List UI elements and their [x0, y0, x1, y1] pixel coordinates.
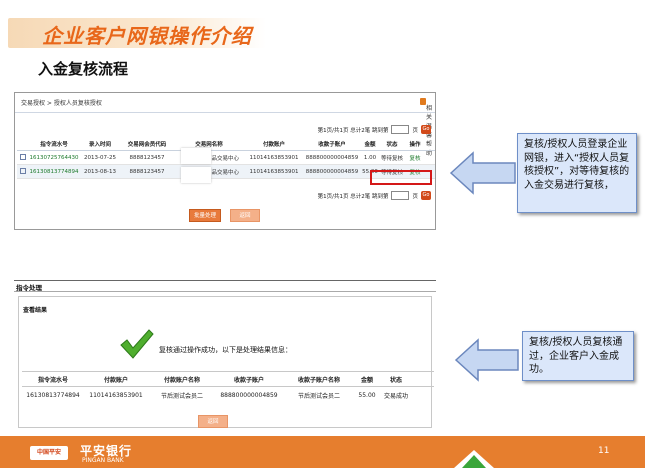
pay-cell: 11014163853901 [249, 154, 299, 161]
success-message: 复核通过操作成功，以下是处理结果信息： [159, 346, 292, 354]
page-number: 11 [598, 446, 610, 456]
result-screen: 指令处理 查看结果 复核通过操作成功，以下是处理结果信息： 指令流水号 付款账户… [14, 280, 436, 430]
slide-title: 企业客户网银操作介绍 [42, 24, 252, 48]
breadcrumb-bar: 交易授权 > 授权人员复核授权 相关温馨帮助 [15, 93, 435, 157]
slide-title-banner: 企业客户网银操作介绍 [8, 18, 266, 48]
col-serial: 指令流水号 [40, 141, 68, 148]
left-arrow-icon [454, 338, 519, 382]
date-cell: 2013-07-25 [84, 154, 116, 161]
highlight-box [370, 170, 432, 185]
slide-subtitle: 入金复核流程 [38, 60, 129, 78]
pager-bottom: 第1页/共1页 总计2笔 跳到第 页 Go [318, 191, 431, 200]
member-cell: 8888123457 [129, 168, 165, 175]
col-name: 交易网名称 [195, 141, 223, 148]
col-serial: 指令流水号 [37, 376, 68, 384]
status-cell: 交易成功 [383, 392, 408, 400]
recv-cell: 888800000004859 [305, 168, 359, 175]
footer-bar: 中国平安 平安银行 PINGAN BANK 11 [0, 436, 645, 468]
go-button[interactable]: Go [421, 125, 431, 134]
redaction-mask [181, 167, 211, 183]
redaction-mask [181, 148, 211, 164]
bank-name-en: PINGAN BANK [82, 457, 124, 464]
result-table: 指令流水号 付款账户 付款账户名称 收款子账户 收款子账户名称 金额 状态 16… [22, 371, 434, 403]
callout-step2: 复核/授权人员复核通过，企业客户入金成功。 [522, 331, 634, 381]
row-checkbox[interactable] [20, 167, 26, 174]
serial-link[interactable]: 16130725764430 [29, 155, 79, 161]
recv-cell: 888800000004859 [220, 391, 278, 399]
pingan-logo: 中国平安 [30, 446, 68, 460]
table-header: 指令流水号 录入时间 交易网会员代码 交易网名称 付款账户 收款子账户 金额 状… [17, 137, 435, 151]
page-input[interactable] [391, 125, 410, 134]
review-link[interactable]: 复核 [405, 154, 425, 162]
breadcrumb[interactable]: 交易授权 > 授权人员复核授权 [21, 98, 102, 107]
amount-cell: 1.00 [363, 154, 377, 161]
col-recv: 收款子账户 [233, 376, 264, 384]
batch-process-button[interactable]: 批量处理 [189, 209, 221, 222]
col-amount: 金额 [360, 376, 373, 384]
building-icon [454, 450, 494, 468]
recv-name-cell: 节后测试会员二 [297, 392, 340, 400]
callout-step1: 复核/授权人员登录企业网银，进入“授权人员复核授权”，对等待复核的入金交易进行复… [517, 133, 637, 213]
col-amount: 金额 [364, 141, 376, 148]
col-member: 交易网会员代码 [127, 141, 167, 148]
result-header-bar: 指令处理 [14, 280, 436, 292]
col-status: 状态 [386, 141, 398, 148]
status-cell: 等待复核 [380, 155, 403, 162]
col-pay-name: 付款账户名称 [163, 376, 200, 384]
result-caption: 查看结果 [23, 307, 48, 314]
col-recv-name: 收款子账户名称 [297, 376, 340, 384]
col-recv: 收款子账户 [318, 141, 346, 148]
pay-name-cell: 节后测试会员二 [160, 392, 203, 400]
row-checkbox[interactable] [20, 153, 26, 160]
back-button[interactable]: 返回 [230, 209, 260, 222]
col-date: 录入时间 [88, 141, 111, 148]
serial-link[interactable]: 16130813774894 [29, 169, 79, 175]
amount-cell: 55.00 [358, 391, 376, 399]
col-op: 操作 [409, 141, 421, 148]
result-header: 指令处理 [16, 284, 42, 292]
member-cell: 8888123457 [129, 154, 165, 161]
pager-page-label: 页 [412, 127, 418, 134]
pager-page-label: 页 [412, 193, 418, 200]
result-back-button[interactable]: 返回 [198, 415, 228, 428]
help-link[interactable]: 相关温馨帮助 [420, 98, 432, 157]
col-pay: 付款账户 [103, 376, 128, 384]
date-cell: 2013-08-13 [84, 168, 116, 175]
table-row: 16130813774894 11014163853901 节后测试会员二 88… [22, 387, 434, 403]
col-status: 状态 [389, 376, 402, 384]
pager-top: 第1页/共1页 总计2笔 跳到第 页 Go [318, 125, 431, 134]
pay-cell: 11014163853901 [249, 168, 299, 175]
pay-cell: 11014163853901 [89, 391, 143, 399]
table-header: 指令流水号 付款账户 付款账户名称 收款子账户 收款子账户名称 金额 状态 [22, 371, 434, 387]
table-row: 16130725764430 2013-07-25 8888123457 商品交… [17, 151, 435, 165]
review-authorization-screen: 交易授权 > 授权人员复核授权 相关温馨帮助 第1页/共1页 总计2笔 跳到第 … [14, 92, 436, 230]
recv-cell: 888800000004859 [305, 154, 359, 161]
serial-cell: 16130813774894 [26, 391, 80, 399]
left-arrow-icon [449, 151, 516, 195]
page-input[interactable] [391, 191, 410, 200]
go-button[interactable]: Go [421, 191, 431, 200]
col-pay: 付款账户 [262, 141, 285, 148]
checkmark-icon [120, 329, 154, 359]
pager-text: 第1页/共1页 总计2笔 跳到第 [317, 127, 389, 134]
pager-text: 第1页/共1页 总计2笔 跳到第 [317, 193, 389, 200]
result-panel: 查看结果 复核通过操作成功，以下是处理结果信息： [18, 296, 432, 428]
